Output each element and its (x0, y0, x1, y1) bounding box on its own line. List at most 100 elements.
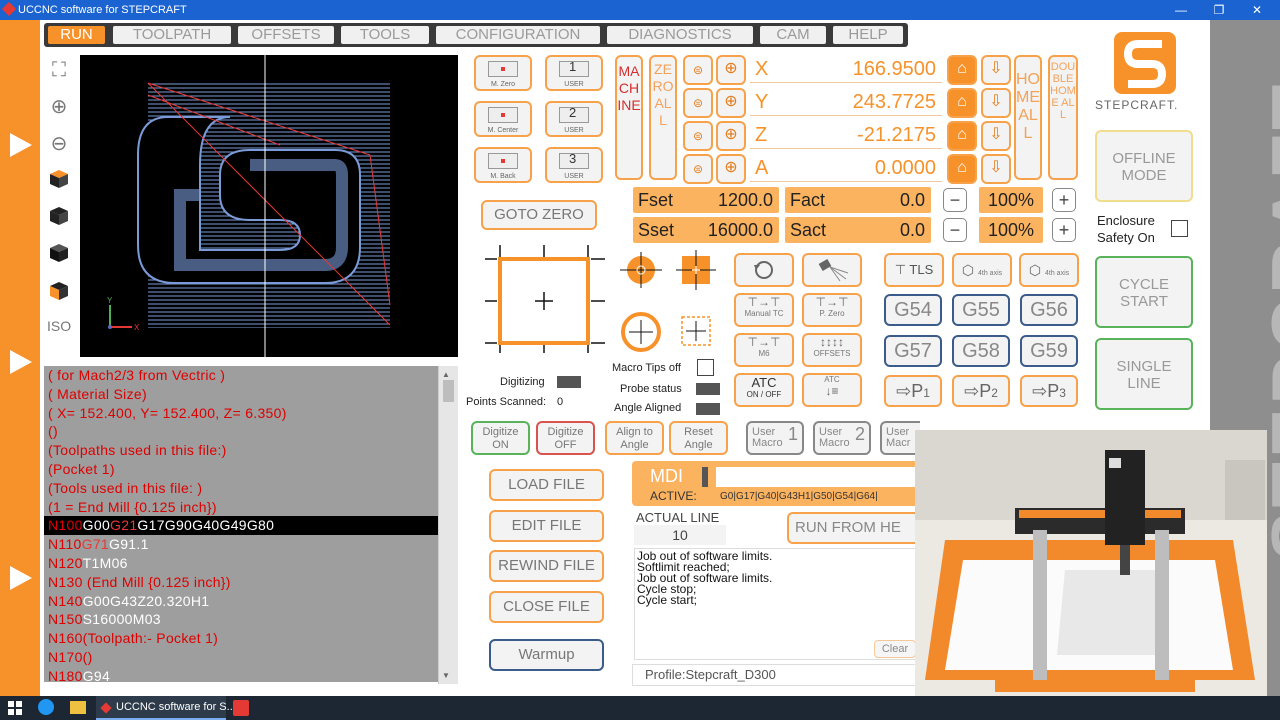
close-button[interactable]: ✕ (1240, 0, 1274, 20)
zero-position-button[interactable]: M. Zero (474, 55, 532, 91)
m6-button[interactable]: ⊤→⊤ M6 (734, 333, 794, 367)
file-explorer-icon[interactable] (70, 701, 86, 714)
tab-offsets[interactable]: OFFSETS (238, 26, 334, 44)
axis-probe-button[interactable]: ⇩ (981, 55, 1011, 85)
minimize-button[interactable]: — (1164, 0, 1198, 20)
gcode-line[interactable]: ( X= 152.400, Y= 152.400, Z= 6.350) (44, 404, 438, 423)
scroll-up-icon[interactable]: ▲ (442, 370, 450, 379)
fset-box[interactable]: Fset 1200.0 (633, 187, 779, 213)
reset-angle-button[interactable]: Reset Angle (669, 421, 728, 455)
home-all-button[interactable]: HOME ALL (1014, 55, 1042, 180)
zero-position-button[interactable]: 2 USER (545, 101, 603, 137)
warmup-button[interactable]: Warmup (489, 639, 604, 671)
gcode-line[interactable]: ( for Mach2/3 from Vectric ) (44, 366, 438, 385)
machine-coords-button[interactable]: MACHINE (615, 55, 643, 180)
tab-cam[interactable]: CAM (760, 26, 826, 44)
close-file-button[interactable]: CLOSE FILE (489, 591, 604, 623)
sset-box[interactable]: Sset 16000.0 (633, 217, 779, 243)
axis-home-button[interactable]: ⌂ (947, 121, 977, 151)
park-position-button[interactable]: ⇨P1 (884, 375, 942, 407)
axis-goto-button[interactable]: ⊕ (716, 88, 746, 118)
work-offset-g54-button[interactable]: G54 (884, 294, 942, 326)
gcode-line[interactable]: N160(Toolpath:- Pocket 1) (44, 629, 438, 648)
digitize-off-button[interactable]: Digitize OFF (536, 421, 595, 455)
goto-zero-button[interactable]: GOTO ZERO (481, 200, 597, 230)
gcode-line[interactable]: () (44, 422, 438, 441)
feed-minus-button[interactable]: − (943, 188, 967, 212)
axis-home-button[interactable]: ⌂ (947, 88, 977, 118)
run-from-here-button[interactable]: RUN FROM HE (787, 512, 922, 544)
cycle-start-button[interactable]: CYCLE START (1095, 256, 1193, 328)
scroll-down-icon[interactable]: ▼ (442, 671, 450, 680)
feed-plus-button[interactable]: + (1052, 188, 1076, 212)
double-home-all-button[interactable]: DOUBLE HOME ALL (1048, 55, 1078, 180)
probe-inner-circle-icon[interactable] (619, 310, 663, 354)
zoom-out-icon[interactable]: ⊖ (47, 132, 71, 156)
coolant-button[interactable] (802, 253, 862, 287)
taskbar-app-icon[interactable] (233, 700, 249, 716)
enclosure-safety-checkbox[interactable] (1171, 220, 1188, 237)
gcode-line[interactable]: (Tools used in this file: ) (44, 479, 438, 498)
zero-position-button[interactable]: M. Center (474, 101, 532, 137)
fit-view-icon[interactable]: ⛶ (47, 58, 71, 82)
iso-view-button[interactable]: ISO (47, 314, 71, 338)
user-macro-2-button[interactable]: User Macro 2 (813, 421, 871, 455)
tool-offsets-button[interactable]: ↕↕↕↕ OFFSETS (802, 333, 862, 367)
axis-home-button[interactable]: ⌂ (947, 55, 977, 85)
atc-button[interactable]: ATC ON / OFF (734, 373, 794, 407)
axis-zero-button[interactable]: ⊜ (683, 55, 713, 85)
tab-diagnostics[interactable]: DIAGNOSTICS (607, 26, 753, 44)
align-to-angle-button[interactable]: Align to Angle (605, 421, 664, 455)
axis-probe-button[interactable]: ⇩ (981, 154, 1011, 184)
view-cube-top-icon[interactable] (48, 205, 70, 227)
user-macro-1-button[interactable]: User Macro 1 (746, 421, 804, 455)
offline-mode-button[interactable]: OFFLINE MODE (1095, 130, 1193, 202)
axis-dro[interactable]: Z -21.2175 (750, 121, 942, 149)
atc-tool-button[interactable]: ATC ↓≡ (802, 373, 862, 407)
maximize-button[interactable]: ❐ (1202, 0, 1236, 20)
work-offset-g55-button[interactable]: G55 (952, 294, 1010, 326)
view-cube-orange-icon[interactable] (48, 168, 70, 190)
gcode-line[interactable]: N170() (44, 648, 438, 667)
tab-tools[interactable]: TOOLS (341, 26, 429, 44)
zoom-in-icon[interactable]: ⊕ (47, 95, 71, 119)
gcode-line[interactable]: N140G00G43Z20.320H1 (44, 592, 438, 611)
taskbar-uccnc-item[interactable]: UCCNC software for S... (96, 696, 236, 720)
gcode-line[interactable]: N180G94 (44, 667, 438, 682)
spindle-plus-button[interactable]: + (1052, 218, 1076, 242)
toolpath-viewer[interactable]: X Y (80, 55, 458, 357)
work-offset-g58-button[interactable]: G58 (952, 335, 1010, 367)
axis-dro[interactable]: X 166.9500 (750, 55, 942, 83)
digitize-on-button[interactable]: Digitize ON (471, 421, 530, 455)
fourth-axis-center-a-button[interactable]: ⬡ 4th axis Center (952, 253, 1012, 307)
tab-configuration[interactable]: CONFIGURATION (436, 26, 600, 44)
gcode-line[interactable]: N150S16000M03 (44, 610, 438, 629)
mdi-input[interactable] (716, 467, 922, 487)
axis-zero-button[interactable]: ⊜ (683, 154, 713, 184)
fourth-axis-center-b-button[interactable]: ⬡ 4th axis Center (1019, 253, 1079, 307)
view-cube-front-icon[interactable] (48, 242, 70, 264)
edge-browser-icon[interactable] (38, 699, 54, 715)
manual-tc-button[interactable]: ⊤→⊤ Manual TC (734, 293, 794, 327)
axis-zero-button[interactable]: ⊜ (683, 88, 713, 118)
gcode-line[interactable]: N110G71G91.1 (44, 535, 438, 554)
gcode-listing[interactable]: ( for Mach2/3 from Vectric ) ( Material S… (44, 366, 438, 682)
single-line-button[interactable]: SINGLE LINE (1095, 338, 1193, 410)
tab-toolpath[interactable]: TOOLPATH (113, 26, 231, 44)
clear-log-button[interactable]: Clear (874, 640, 916, 658)
zero-all-button[interactable]: ZERO ALL (649, 55, 677, 180)
macro-tips-checkbox[interactable] (697, 359, 714, 376)
tab-help[interactable]: HELP (833, 26, 903, 44)
axis-probe-button[interactable]: ⇩ (981, 121, 1011, 151)
tls-button[interactable]: ⊤ TLS (884, 253, 944, 287)
work-offset-g57-button[interactable]: G57 (884, 335, 942, 367)
gcode-line[interactable]: ( Material Size) (44, 385, 438, 404)
axis-probe-button[interactable]: ⇩ (981, 88, 1011, 118)
load-file-button[interactable]: LOAD FILE (489, 469, 604, 501)
zero-position-button[interactable]: 1 USER (545, 55, 603, 91)
gcode-line[interactable]: N130 (End Mill {0.125 inch}) (44, 573, 438, 592)
axis-home-button[interactable]: ⌂ (947, 154, 977, 184)
axis-goto-button[interactable]: ⊕ (716, 121, 746, 151)
axis-goto-button[interactable]: ⊕ (716, 154, 746, 184)
gcode-line[interactable]: (1 = End Mill {0.125 inch}) (44, 498, 438, 517)
